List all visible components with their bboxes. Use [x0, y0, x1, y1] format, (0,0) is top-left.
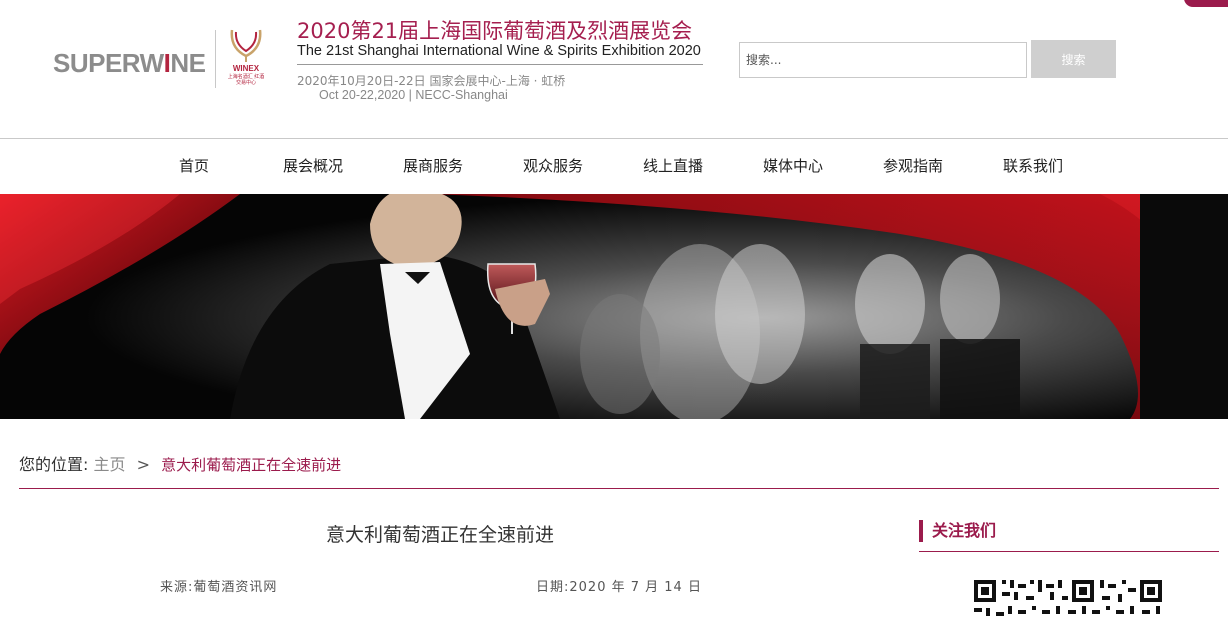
exhibition-date-en: Oct 20-22,2020 | NECC-Shanghai [319, 88, 508, 102]
article-source: 来源:葡萄酒资讯网 [160, 580, 278, 595]
nav-item-exhibitor-services[interactable]: 展商服务 [388, 139, 478, 193]
qr-code-icon [972, 578, 1166, 620]
breadcrumb-label: 您的位置: [19, 455, 89, 474]
follow-us-divider [919, 551, 1219, 552]
search-input[interactable] [739, 42, 1027, 78]
winex-subtext: 上海名酒汇 红酒交易中心 [227, 74, 265, 86]
site-header: SUPERWINE WINEX 上海名酒汇 红酒交易中心 2020第21届上海国… [0, 0, 1228, 138]
nav-item-home[interactable]: 首页 [149, 139, 239, 193]
logo-text-end: NE [170, 48, 206, 78]
breadcrumb-divider [19, 488, 1219, 489]
hero-banner [0, 194, 1228, 419]
logo-divider [215, 30, 216, 88]
article-date: 日期:2020 年 7 月 14 日 [536, 580, 702, 595]
breadcrumb-current: 意大利葡萄酒正在全速前进 [161, 456, 342, 474]
banner-image [0, 194, 1228, 419]
superwine-logo[interactable]: SUPERWINE [53, 48, 206, 79]
nav-item-visit-guide[interactable]: 参观指南 [868, 139, 958, 193]
breadcrumb-home-link[interactable]: 主页 [94, 455, 126, 474]
nav-item-visitor-services[interactable]: 观众服务 [508, 139, 598, 193]
main-nav: 首页 展会概况 展商服务 观众服务 线上直播 媒体中心 参观指南 联系我们 [0, 138, 1228, 194]
breadcrumb-separator: > [136, 455, 151, 474]
search-button[interactable]: 搜索 [1031, 40, 1116, 78]
exhibition-title-en: The 21st Shanghai International Wine & S… [297, 43, 701, 59]
article-title: 意大利葡萄酒正在全速前进 [325, 524, 554, 546]
nav-item-overview[interactable]: 展会概况 [268, 139, 358, 193]
winex-text: WINEX [232, 64, 260, 73]
exhibition-date-cn: 2020年10月20日-22日 国家会展中心-上海 · 虹桥 [297, 74, 566, 88]
title-divider [297, 64, 703, 65]
nav-item-live-stream[interactable]: 线上直播 [628, 139, 718, 193]
nav-item-contact-us[interactable]: 联系我们 [988, 139, 1078, 193]
logo-text-grey: SUPERW [53, 48, 164, 78]
nav-item-media-center[interactable]: 媒体中心 [748, 139, 838, 193]
follow-us-heading: 关注我们 [919, 520, 996, 542]
exhibition-title-cn: 2020第21届上海国际葡萄酒及烈酒展览会 [297, 19, 693, 43]
breadcrumb: 您的位置: 主页 > 意大利葡萄酒正在全速前进 [19, 453, 341, 477]
corner-tab[interactable] [1184, 0, 1228, 7]
